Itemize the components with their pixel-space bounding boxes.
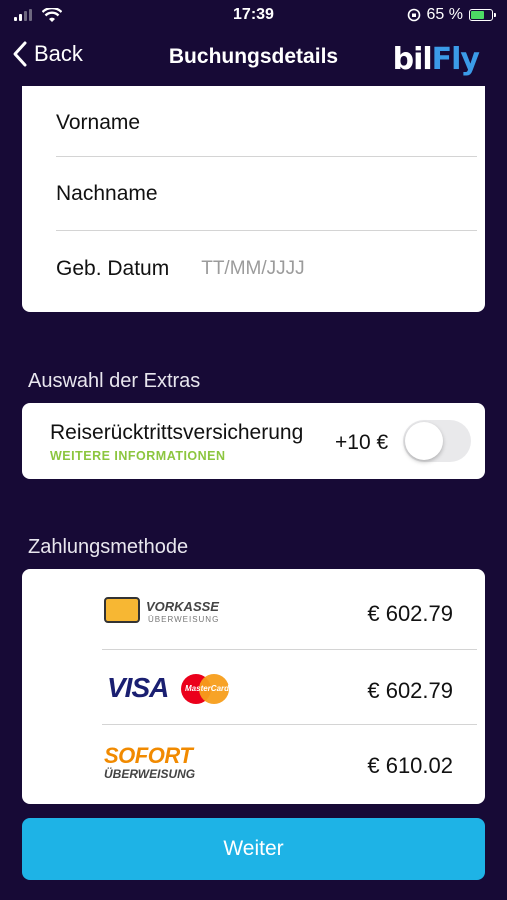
- payment-option-sofort[interactable]: SOFORT ÜBERWEISUNG € 610.02: [22, 725, 485, 801]
- passenger-form-card: Vorname Nachname Geb. Datum TT/MM/JJJJ: [22, 86, 485, 312]
- brand-logo-part2: Fly: [431, 42, 480, 77]
- birthdate-placeholder: TT/MM/JJJJ: [201, 258, 305, 279]
- visa-logo-text: VISA: [107, 672, 169, 703]
- mastercard-logo-text: MasterCard: [185, 684, 230, 693]
- insurance-toggle[interactable]: [403, 420, 471, 462]
- sofort-logo-text: SOFORT: [104, 743, 193, 768]
- brand-logo-part1: bil: [392, 42, 433, 77]
- vorkasse-logo-text: VORKASSE: [146, 599, 219, 614]
- insurance-price: +10 €: [335, 431, 389, 454]
- brand-logo: bilFly: [392, 42, 480, 77]
- more-info-link[interactable]: WEITERE INFORMATIONEN: [50, 449, 226, 463]
- birthdate-field[interactable]: Geb. Datum TT/MM/JJJJ: [56, 232, 477, 306]
- payment-option-card[interactable]: VISA MasterCard € 602.79: [22, 650, 485, 726]
- battery-percent: 65 %: [426, 6, 463, 23]
- first-name-label: Vorname: [56, 111, 141, 134]
- sofort-logo: SOFORT ÜBERWEISUNG: [104, 743, 216, 783]
- vorkasse-logo: VORKASSE ÜBERWEISUNG: [104, 595, 219, 631]
- last-name-field[interactable]: Nachname: [56, 157, 477, 231]
- extras-section-label: Auswahl der Extras: [28, 370, 201, 392]
- payment-price: € 602.79: [367, 601, 453, 626]
- status-left: [14, 7, 62, 23]
- status-bar: 17:39 65 %: [0, 0, 507, 30]
- orientation-lock-icon: [407, 8, 420, 22]
- insurance-title: Reiserücktrittsversicherung: [50, 421, 304, 444]
- wifi-icon: [42, 7, 62, 22]
- last-name-label: Nachname: [56, 182, 158, 205]
- insurance-card: Reiserücktrittsversicherung WEITERE INFO…: [22, 403, 485, 479]
- mastercard-icon: MasterCard: [181, 674, 229, 704]
- toggle-knob: [405, 422, 443, 460]
- payment-price: € 610.02: [367, 753, 453, 778]
- payment-methods-card: VORKASSE ÜBERWEISUNG € 602.79 VISA Maste…: [22, 569, 485, 804]
- payment-price: € 602.79: [367, 678, 453, 703]
- navigation-bar: Back Buchungsdetails bilFly: [0, 32, 507, 82]
- invoice-icon: [104, 597, 140, 623]
- vorkasse-logo-sub: ÜBERWEISUNG: [148, 615, 220, 624]
- sofort-logo-sub: ÜBERWEISUNG: [104, 767, 196, 781]
- birthdate-label: Geb. Datum: [56, 257, 170, 280]
- payment-option-vorkasse[interactable]: VORKASSE ÜBERWEISUNG € 602.79: [22, 573, 485, 649]
- payment-section-label: Zahlungsmethode: [28, 536, 189, 558]
- signal-icon: [14, 9, 32, 21]
- continue-button[interactable]: Weiter: [22, 818, 485, 880]
- status-right: 65 %: [407, 6, 496, 24]
- visa-mastercard-logo: VISA MasterCard: [107, 672, 232, 706]
- first-name-field[interactable]: Vorname: [56, 86, 477, 160]
- battery-charging-icon: [469, 9, 496, 21]
- divider: [56, 230, 477, 231]
